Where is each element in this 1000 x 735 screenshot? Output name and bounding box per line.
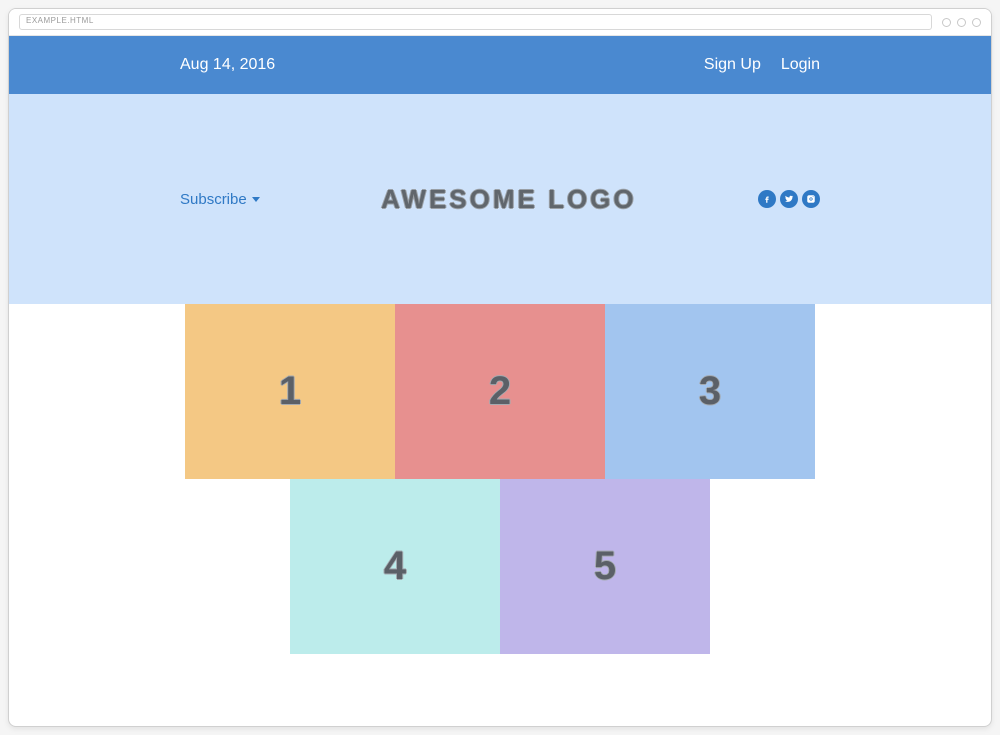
tile-grid: 1 2 3 4 5: [185, 304, 815, 654]
window-controls: [942, 18, 981, 27]
topbar: Aug 14, 2016 Sign Up Login: [9, 36, 991, 94]
window-dot-icon[interactable]: [942, 18, 951, 27]
login-link[interactable]: Login: [781, 56, 820, 74]
auth-links: Sign Up Login: [704, 56, 820, 74]
window-dot-icon[interactable]: [972, 18, 981, 27]
date-label: Aug 14, 2016: [180, 56, 275, 74]
tile-1[interactable]: 1: [185, 304, 395, 479]
tile-2[interactable]: 2: [395, 304, 605, 479]
caret-down-icon: [252, 197, 260, 202]
instagram-icon[interactable]: [802, 190, 820, 208]
twitter-icon[interactable]: [780, 190, 798, 208]
viewport: Aug 14, 2016 Sign Up Login Subscribe AWE…: [9, 36, 991, 726]
signup-link[interactable]: Sign Up: [704, 56, 761, 74]
tile-3[interactable]: 3: [605, 304, 815, 479]
subscribe-label: Subscribe: [180, 191, 247, 208]
social-links: [758, 190, 820, 208]
facebook-icon[interactable]: [758, 190, 776, 208]
browser-frame: EXAMPLE.HTML Aug 14, 2016 Sign Up Login …: [8, 8, 992, 727]
browser-chrome: EXAMPLE.HTML: [9, 9, 991, 36]
subscribe-dropdown[interactable]: Subscribe: [180, 191, 260, 208]
tile-5[interactable]: 5: [500, 479, 710, 654]
site-logo: AWESOME LOGO: [381, 184, 637, 215]
window-dot-icon[interactable]: [957, 18, 966, 27]
url-bar[interactable]: EXAMPLE.HTML: [19, 14, 932, 30]
tile-4[interactable]: 4: [290, 479, 500, 654]
hero: Subscribe AWESOME LOGO: [9, 94, 991, 304]
